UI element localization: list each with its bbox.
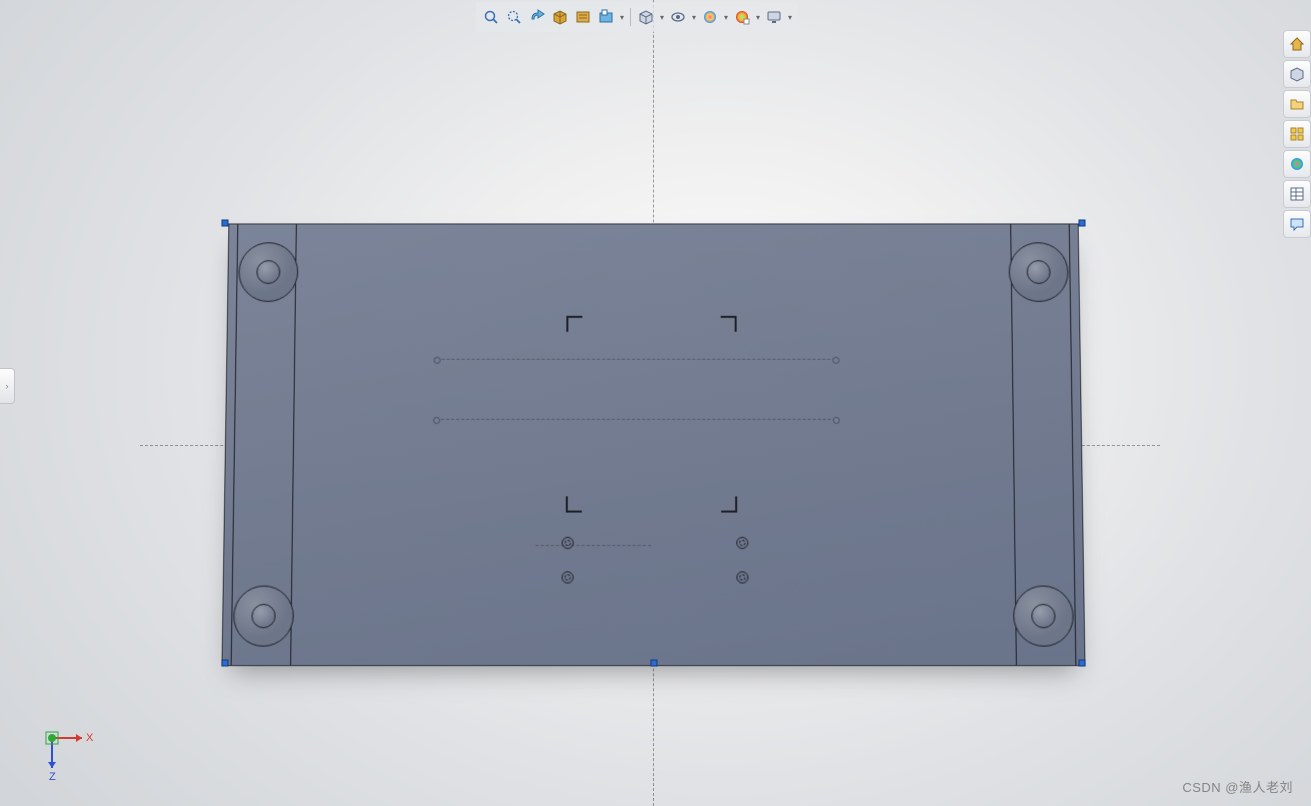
dropdown-caret-icon[interactable]: ▾ xyxy=(722,13,730,22)
custom-props-icon[interactable] xyxy=(1283,180,1311,208)
feature-manager-flyout[interactable]: › xyxy=(0,368,15,404)
sketch-line xyxy=(436,419,836,420)
align-mark xyxy=(721,496,737,512)
sketch-point xyxy=(434,357,441,364)
axis-x-label: X xyxy=(86,732,94,744)
zoom-to-fit-icon[interactable] xyxy=(480,6,502,28)
orientation-triad: X Z xyxy=(38,724,98,784)
display-style-icon[interactable] xyxy=(635,6,657,28)
appearances-icon[interactable] xyxy=(1283,150,1311,178)
previous-view-icon[interactable] xyxy=(526,6,548,28)
align-mark xyxy=(721,316,737,332)
tapped-hole xyxy=(562,537,574,549)
side-rail-right xyxy=(1010,224,1076,665)
align-mark xyxy=(566,496,582,512)
sketch-point xyxy=(833,417,840,424)
sketch-point xyxy=(832,357,839,364)
home-icon[interactable] xyxy=(1283,30,1311,58)
selection-handle[interactable] xyxy=(650,660,657,667)
selection-handle[interactable] xyxy=(1079,660,1086,667)
tapped-hole xyxy=(736,537,748,549)
view-screen-icon[interactable] xyxy=(763,6,785,28)
file-explorer-icon[interactable] xyxy=(1283,90,1311,118)
graphics-viewport xyxy=(0,0,1311,806)
zoom-area-icon[interactable] xyxy=(503,6,525,28)
dropdown-caret-icon[interactable]: ▾ xyxy=(618,13,626,22)
side-rail-left xyxy=(231,224,297,665)
dropdown-caret-icon[interactable]: ▾ xyxy=(786,13,794,22)
selection-handle[interactable] xyxy=(222,660,229,667)
tapped-hole xyxy=(736,571,748,583)
counterbore-hole xyxy=(1008,242,1068,302)
axis-z-label: Z xyxy=(49,771,56,783)
hide-show-icon[interactable] xyxy=(667,6,689,28)
watermark-text: CSDN @渔人老刘 xyxy=(1182,777,1293,796)
align-mark xyxy=(566,316,582,332)
selection-handle[interactable] xyxy=(1079,220,1086,227)
sketch-point xyxy=(433,417,440,424)
dropdown-caret-icon[interactable]: ▾ xyxy=(754,13,762,22)
axis-horizontal xyxy=(140,445,1160,446)
dropdown-caret-icon[interactable]: ▾ xyxy=(658,13,666,22)
tapped-hole xyxy=(562,571,574,583)
design-library-icon[interactable] xyxy=(1283,60,1311,88)
task-pane xyxy=(1283,30,1311,238)
dynamic-annotation-icon[interactable] xyxy=(572,6,594,28)
axis-vertical xyxy=(653,0,654,806)
section-view-icon[interactable] xyxy=(549,6,571,28)
edit-appearance-icon[interactable] xyxy=(699,6,721,28)
counterbore-hole xyxy=(1013,586,1074,647)
apply-scene-icon[interactable] xyxy=(731,6,753,28)
view-palette-icon[interactable] xyxy=(1283,120,1311,148)
selection-handle[interactable] xyxy=(222,220,229,227)
sketch-line xyxy=(536,545,651,546)
counterbore-hole xyxy=(238,242,298,302)
view-settings-icon[interactable] xyxy=(595,6,617,28)
forum-icon[interactable] xyxy=(1283,210,1311,238)
sketch-line xyxy=(437,359,836,360)
counterbore-hole xyxy=(233,586,294,647)
view-heads-up-toolbar: ▾ ▾ ▾ ▾ ▾ ▾ xyxy=(476,2,798,32)
model-plate[interactable] xyxy=(225,223,1082,663)
dropdown-caret-icon[interactable]: ▾ xyxy=(690,13,698,22)
